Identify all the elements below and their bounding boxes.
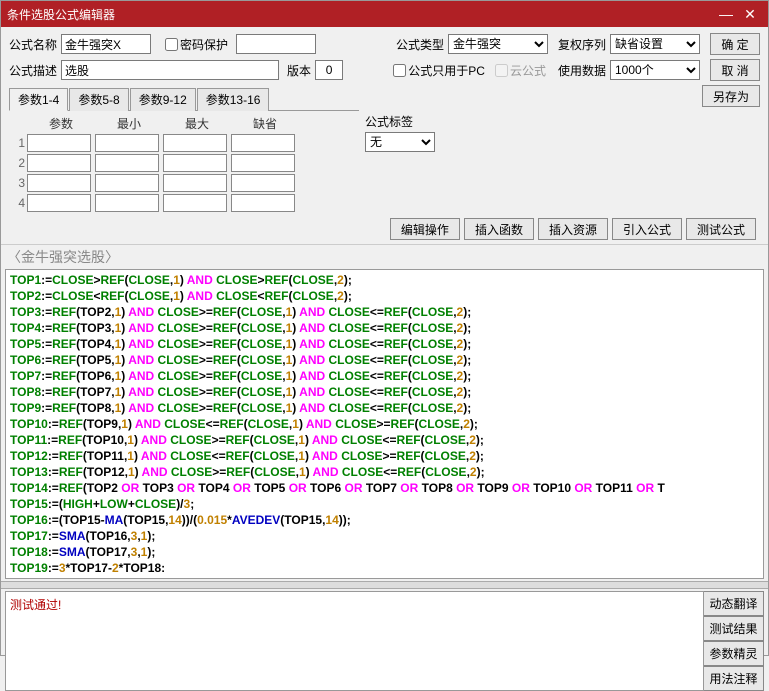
reseq-label: 复权序列 (558, 36, 606, 53)
param-grid: 参数 最小 最大 缺省 1234 (9, 115, 359, 212)
desc-input[interactable] (61, 60, 279, 80)
edit-op-button[interactable]: 编辑操作 (390, 218, 460, 240)
usage-notes-button[interactable]: 用法注释 (704, 666, 764, 691)
param-2-max[interactable] (163, 154, 227, 172)
pc-only[interactable]: 公式只用于PC (393, 62, 485, 79)
splitter[interactable] (1, 581, 768, 589)
param-4-min[interactable] (95, 194, 159, 212)
minimize-button[interactable]: — (714, 4, 738, 24)
desc-label: 公式描述 (9, 62, 57, 79)
window-title: 条件选股公式编辑器 (7, 6, 115, 23)
password-protect[interactable]: 密码保护 (165, 36, 228, 53)
tag-label: 公式标签 (365, 115, 413, 129)
test-formula-button[interactable]: 测试公式 (686, 218, 756, 240)
type-select[interactable]: 金牛强突 (448, 34, 548, 54)
insert-res-button[interactable]: 插入资源 (538, 218, 608, 240)
param-hdr-min: 最小 (95, 115, 163, 132)
param-1-max[interactable] (163, 134, 227, 152)
cloud-checkbox (495, 64, 508, 77)
editor-title: 〈金牛强突选股〉 (1, 245, 768, 269)
name-label: 公式名称 (9, 36, 57, 53)
param-hdr-def: 缺省 (231, 115, 299, 132)
version-input[interactable] (315, 60, 343, 80)
param-hdr-max: 最大 (163, 115, 231, 132)
param-3-min[interactable] (95, 174, 159, 192)
titlebar: 条件选股公式编辑器 — ✕ (1, 1, 768, 27)
param-hdr-name: 参数 (27, 115, 95, 132)
tag-select[interactable]: 无 (365, 132, 435, 152)
param-2-def[interactable] (231, 154, 295, 172)
param-1-name[interactable] (27, 134, 91, 152)
password-checkbox[interactable] (165, 38, 178, 51)
param-4-max[interactable] (163, 194, 227, 212)
form-area: 公式名称 密码保护 公式类型 金牛强突 复权序列 缺省设置 确 定 公式描述 版… (1, 27, 768, 245)
usedata-select[interactable]: 1000个 (610, 60, 700, 80)
param-2-name[interactable] (27, 154, 91, 172)
type-label: 公式类型 (396, 36, 444, 53)
param-1-min[interactable] (95, 134, 159, 152)
dyn-translate-button[interactable]: 动态翻译 (704, 591, 764, 616)
tab-params-1-4[interactable]: 参数1-4 (9, 88, 68, 111)
param-3-name[interactable] (27, 174, 91, 192)
cancel-button[interactable]: 取 消 (710, 59, 760, 81)
test-result-button[interactable]: 测试结果 (704, 616, 764, 641)
param-3-max[interactable] (163, 174, 227, 192)
ok-button[interactable]: 确 定 (710, 33, 760, 55)
name-input[interactable] (61, 34, 151, 54)
formula-editor[interactable]: TOP1:=CLOSE>REF(CLOSE,1) AND CLOSE>REF(C… (5, 269, 764, 579)
param-tabs: 参数1-4 参数5-8 参数9-12 参数13-16 (9, 87, 359, 111)
version-label: 版本 (287, 62, 311, 79)
usedata-label: 使用数据 (558, 62, 606, 79)
param-4-name[interactable] (27, 194, 91, 212)
close-button[interactable]: ✕ (738, 4, 762, 24)
param-2-min[interactable] (95, 154, 159, 172)
insert-fn-button[interactable]: 插入函数 (464, 218, 534, 240)
reseq-select[interactable]: 缺省设置 (610, 34, 700, 54)
pc-only-checkbox[interactable] (393, 64, 406, 77)
param-1-def[interactable] (231, 134, 295, 152)
cloud-formula[interactable]: 云公式 (495, 62, 546, 79)
tab-params-13-16[interactable]: 参数13-16 (197, 88, 270, 111)
saveas-button[interactable]: 另存为 (702, 85, 760, 107)
param-4-def[interactable] (231, 194, 295, 212)
tab-params-5-8[interactable]: 参数5-8 (69, 88, 128, 111)
password-input[interactable] (236, 34, 316, 54)
tab-params-9-12[interactable]: 参数9-12 (130, 88, 196, 111)
log-panel: 测试通过! (5, 591, 704, 691)
param-wizard-button[interactable]: 参数精灵 (704, 641, 764, 666)
action-row: 编辑操作 插入函数 插入资源 引入公式 测试公式 (9, 218, 760, 240)
import-formula-button[interactable]: 引入公式 (612, 218, 682, 240)
param-3-def[interactable] (231, 174, 295, 192)
